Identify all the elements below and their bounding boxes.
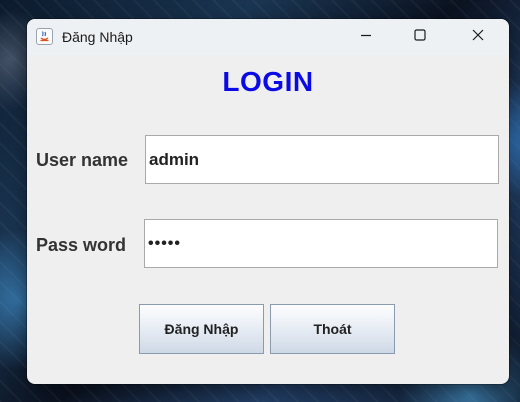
- java-app-icon: [36, 28, 53, 45]
- username-value: admin: [149, 149, 200, 169]
- login-button[interactable]: Đăng Nhập: [139, 304, 264, 354]
- maximize-button[interactable]: [397, 19, 443, 55]
- minimize-icon: [360, 28, 372, 46]
- minimize-button[interactable]: [343, 19, 389, 55]
- maximize-icon: [414, 28, 426, 46]
- password-label: Pass word: [36, 235, 127, 255]
- close-icon: [472, 28, 484, 46]
- login-heading: LOGIN: [222, 66, 314, 97]
- username-input[interactable]: admin: [145, 135, 499, 184]
- window-title: Đăng Nhập: [62, 29, 133, 45]
- username-label: User name: [36, 150, 129, 170]
- login-window: Đăng Nhập LOGIN User name admin Pass wor…: [27, 19, 509, 384]
- title-bar[interactable]: Đăng Nhập: [27, 19, 509, 55]
- exit-button[interactable]: Thoát: [270, 304, 395, 354]
- close-button[interactable]: [455, 19, 501, 55]
- password-value: •••••: [148, 234, 182, 252]
- password-input[interactable]: •••••: [144, 219, 498, 268]
